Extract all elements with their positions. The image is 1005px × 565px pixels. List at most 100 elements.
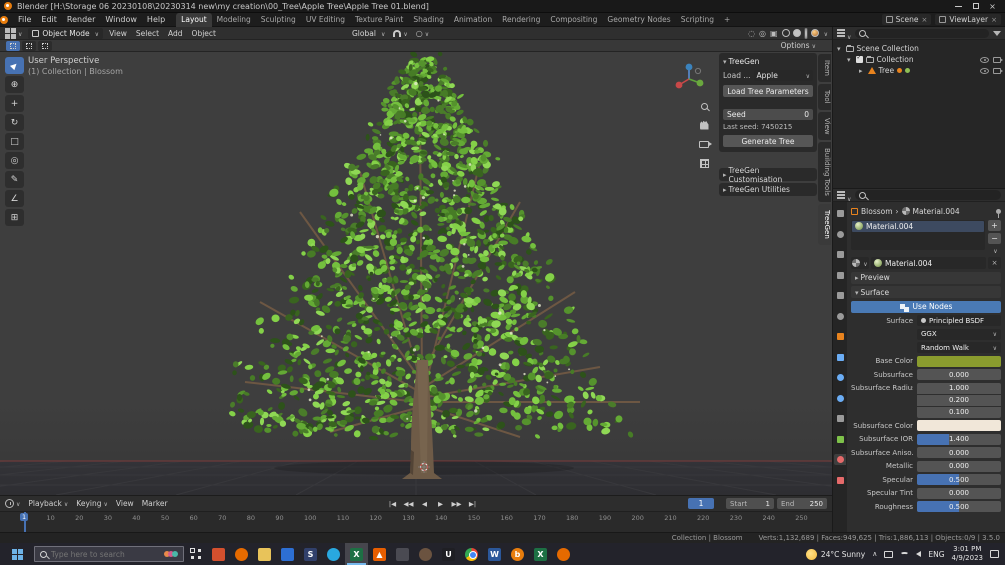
sidebar-tab-item[interactable]: Item <box>818 54 831 82</box>
jump-to-start-button[interactable]: |◀ <box>386 498 399 509</box>
tab-tool[interactable] <box>834 208 846 219</box>
mode-dropdown[interactable]: Object Mode <box>28 28 103 39</box>
toggle-ortho-icon[interactable] <box>698 157 710 169</box>
metallic-slider[interactable]: 0.000 <box>917 461 1001 472</box>
specular-tint-slider[interactable]: 0.000 <box>917 488 1001 499</box>
proportional-editing-toggle[interactable]: ○ <box>416 29 429 38</box>
tab-render[interactable] <box>834 229 846 240</box>
shading-material-preview-button[interactable] <box>805 28 807 39</box>
subsurface-anisotropy-slider[interactable]: 0.000 <box>917 447 1001 458</box>
seed-field[interactable]: Seed0 <box>723 109 813 120</box>
scene-unlink-icon[interactable]: × <box>922 16 928 24</box>
menu-render[interactable]: Render <box>62 15 100 24</box>
prev-keyframe-button[interactable]: ◀◀ <box>402 498 415 509</box>
base-color-swatch[interactable] <box>917 356 1001 367</box>
taskbar-search[interactable] <box>34 546 184 562</box>
frame-end-field[interactable]: End250 <box>777 498 827 509</box>
collection-checkbox[interactable] <box>856 56 863 63</box>
timeline-view-menu[interactable]: View <box>116 499 134 508</box>
viewport-menu-object[interactable]: Object <box>192 29 216 38</box>
tab-object[interactable] <box>834 331 846 342</box>
sidebar-tab-view[interactable]: View <box>818 112 831 141</box>
select-mode-extend-button[interactable] <box>22 41 36 51</box>
keying-menu[interactable]: Keying <box>76 499 108 508</box>
select-mode-set-button[interactable] <box>6 41 20 51</box>
properties-search-input[interactable] <box>869 191 959 199</box>
viewport-menu-view[interactable]: View <box>109 29 127 38</box>
tab-material[interactable] <box>834 454 846 465</box>
outliner-row-collection[interactable]: Collection <box>833 54 1005 65</box>
tab-object-data[interactable] <box>834 434 846 445</box>
tab-scene[interactable] <box>834 290 846 301</box>
hide-viewport-icon[interactable] <box>980 57 989 63</box>
jump-to-end-button[interactable]: ▶| <box>466 498 479 509</box>
breadcrumb-object[interactable]: Blossom <box>861 207 893 216</box>
roughness-slider[interactable]: 0.500 <box>917 501 1001 512</box>
add-workspace-button[interactable]: + <box>719 13 735 27</box>
taskbar-app-red[interactable] <box>207 543 230 565</box>
outliner-row-tree[interactable]: Tree <box>833 65 1005 76</box>
workspace-tab-texture-paint[interactable]: Texture Paint <box>350 13 408 27</box>
blender-taskbar-icon[interactable]: b <box>506 543 529 565</box>
workspace-tab-rendering[interactable]: Rendering <box>497 13 545 27</box>
options-dropdown[interactable]: Options <box>781 41 826 50</box>
workspace-tab-animation[interactable]: Animation <box>449 13 497 27</box>
tab-world[interactable] <box>834 311 846 322</box>
blender-menu-icon[interactable] <box>0 16 8 24</box>
distribution-dropdown[interactable]: GGX <box>917 329 1001 340</box>
tab-view-layer[interactable] <box>834 270 846 281</box>
sss-method-dropdown[interactable]: Random Walk <box>917 342 1001 353</box>
properties-search[interactable] <box>855 190 1001 200</box>
sidebar-tab-building-tools[interactable]: Building Tools <box>818 142 831 202</box>
select-mode-subtract-button[interactable] <box>38 41 52 51</box>
disable-render-icon[interactable] <box>993 57 1001 63</box>
surface-panel-header[interactable]: Surface <box>851 286 1001 298</box>
move-tool[interactable]: + <box>5 95 24 112</box>
tab-modifiers[interactable] <box>834 352 846 363</box>
specular-slider[interactable]: 0.500 <box>917 474 1001 485</box>
taskbar-app-gray[interactable] <box>391 543 414 565</box>
tab-physics[interactable] <box>834 393 846 404</box>
workspace-tab-shading[interactable]: Shading <box>408 13 448 27</box>
task-view-button[interactable] <box>184 543 207 565</box>
use-nodes-button[interactable]: Use Nodes <box>851 301 1001 313</box>
taskbar-search-input[interactable] <box>51 550 162 559</box>
shading-dropdown[interactable] <box>822 29 828 38</box>
timeline-ruler[interactable]: 1102030405060708090100110120130140150160… <box>0 511 832 532</box>
excel-icon[interactable]: X <box>345 543 368 565</box>
treegen-utilities-header[interactable]: TreeGen Utilities <box>719 183 817 196</box>
gimp-icon[interactable] <box>414 543 437 565</box>
file-explorer-icon[interactable] <box>253 543 276 565</box>
viewlayer-unlink-icon[interactable]: × <box>991 16 997 24</box>
camera-view-icon[interactable] <box>698 138 710 150</box>
cursor-tool[interactable]: ⊕ <box>5 76 24 93</box>
weather-widget[interactable]: 24°C Sunny <box>806 549 865 560</box>
load-tree-parameters-button[interactable]: Load Tree Parameters <box>723 85 813 97</box>
hide-viewport-icon[interactable] <box>980 68 989 74</box>
snap-toggle[interactable] <box>393 29 407 38</box>
remove-slot-button[interactable]: − <box>988 233 1001 244</box>
tab-output[interactable] <box>834 249 846 260</box>
outliner-row-scene-collection[interactable]: Scene Collection <box>833 43 1005 54</box>
show-gizmo-toggle[interactable]: ◌ <box>748 29 755 38</box>
shading-solid-button[interactable] <box>793 29 801 37</box>
timeline-editor-selector[interactable] <box>5 499 20 508</box>
show-overlays-toggle[interactable]: ◎ <box>759 29 766 38</box>
playback-menu[interactable]: Playback <box>28 499 68 508</box>
shading-rendered-button[interactable] <box>811 29 819 37</box>
language-indicator[interactable]: ENG <box>928 550 944 559</box>
taskbar-clock[interactable]: 3:01 PM 4/9/2023 <box>952 545 983 563</box>
display-tray-icon[interactable] <box>884 551 893 558</box>
tab-constraints[interactable] <box>834 413 846 424</box>
subsurface-radius-x-field[interactable]: 1.000 <box>917 383 1001 394</box>
volume-icon[interactable] <box>916 551 921 557</box>
load-preset-dropdown[interactable]: Apple <box>754 70 813 81</box>
viewport-menu-add[interactable]: Add <box>168 29 183 38</box>
preview-panel-header[interactable]: Preview <box>851 272 1001 284</box>
current-frame-field[interactable]: 1 <box>688 498 714 509</box>
start-button[interactable] <box>0 543 34 565</box>
firefox-2-icon[interactable] <box>552 543 575 565</box>
scale-tool[interactable]: □ <box>5 133 24 150</box>
show-hidden-icons-button[interactable]: ∧ <box>872 550 877 558</box>
network-icon[interactable] <box>900 552 909 557</box>
